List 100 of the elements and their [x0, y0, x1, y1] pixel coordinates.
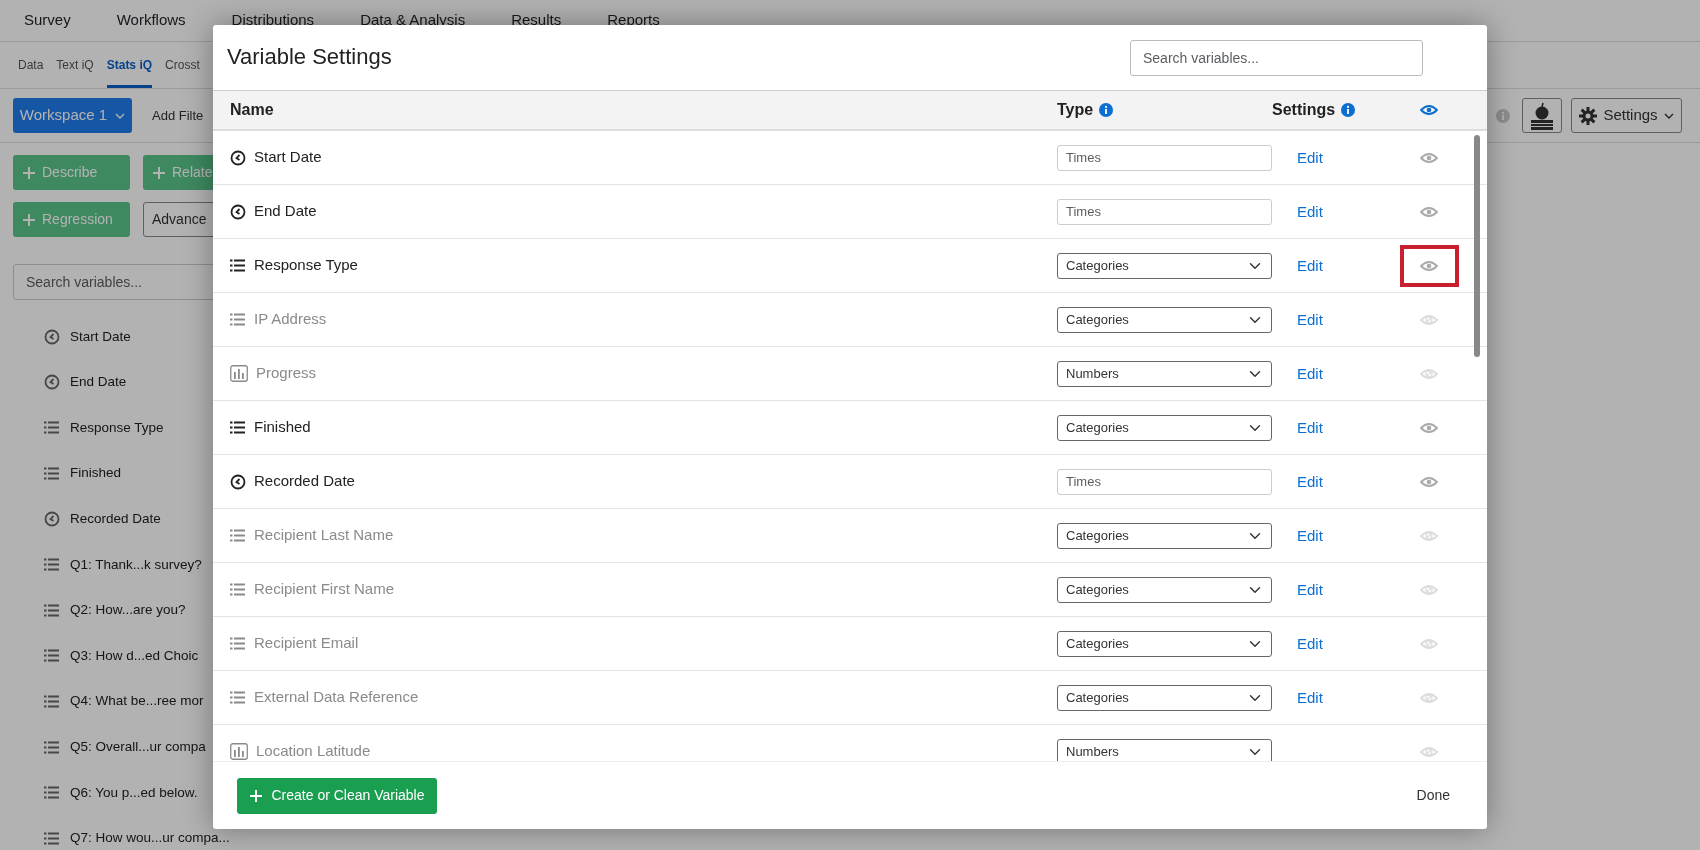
eye-icon[interactable]	[1420, 103, 1438, 117]
eye-icon[interactable]	[1420, 258, 1438, 273]
edit-link[interactable]: Edit	[1272, 256, 1323, 274]
clock-icon	[44, 328, 60, 345]
list-icon	[230, 636, 246, 651]
edit-link[interactable]: Edit	[1272, 580, 1323, 598]
type-select[interactable]: Categories	[1057, 684, 1272, 711]
type-select[interactable]: Categories	[1057, 414, 1272, 441]
plus-icon	[22, 165, 36, 180]
type-field[interactable]: Times	[1057, 144, 1272, 171]
settings-icon	[1579, 106, 1598, 125]
column-header: Name	[230, 100, 274, 120]
edit-link[interactable]: Edit	[1272, 310, 1323, 328]
eye-icon[interactable]	[1420, 150, 1438, 165]
variable-item[interactable]: Recorded Date	[70, 509, 161, 530]
column-header: Type	[1057, 100, 1094, 120]
chevron-down-icon	[1663, 112, 1674, 119]
variable-item[interactable]: Q2: How...are you?	[70, 600, 186, 621]
edit-link[interactable]: Edit	[1272, 688, 1323, 706]
type-select[interactable]: Numbers	[1057, 738, 1272, 761]
list-icon	[44, 648, 60, 664]
settings-dropdown[interactable]: Settings	[1571, 98, 1682, 133]
edit-link[interactable]: Edit	[1272, 526, 1323, 544]
variable-item[interactable]: Q4: What be...ree mor	[70, 691, 204, 712]
scrollbar[interactable]	[1474, 135, 1480, 357]
done-button[interactable]: Done	[1416, 785, 1450, 806]
variable-item[interactable]: Q3: How d...ed Choic	[70, 645, 199, 667]
modal-title: Variable Settings	[227, 44, 392, 71]
sub-nav-tab[interactable]: Data	[18, 42, 44, 88]
variable-item[interactable]: Finished	[70, 463, 122, 484]
list-icon	[44, 830, 60, 846]
edit-link[interactable]: Edit	[1272, 148, 1323, 166]
nav-tab[interactable]: Workflows	[116, 9, 186, 32]
eye-slash-icon[interactable]	[1420, 744, 1438, 759]
workspace-dropdown[interactable]: Workspace 1	[13, 98, 132, 133]
add-filter-link[interactable]: Add Filte	[152, 105, 204, 126]
list-icon	[230, 312, 246, 327]
column-header: Settings	[1272, 100, 1336, 120]
edit-link[interactable]: Edit	[1272, 364, 1323, 382]
book-apple-button[interactable]	[1522, 98, 1562, 133]
eye-icon[interactable]	[1420, 204, 1438, 219]
eye-slash-icon[interactable]	[1420, 636, 1438, 651]
bar-chart-icon	[230, 743, 248, 760]
clock-icon	[230, 149, 246, 166]
variable-item[interactable]: Q7: How wou...ur compa...	[70, 828, 230, 849]
clock-icon	[230, 203, 246, 220]
variable-item[interactable]: Q6: You p...ed below.	[70, 782, 198, 803]
variable-item[interactable]: Q1: Thank...k survey?	[70, 554, 202, 575]
list-icon	[230, 582, 246, 597]
list-icon	[230, 258, 246, 273]
eye-slash-icon[interactable]	[1420, 690, 1438, 705]
type-select[interactable]: Categories	[1057, 252, 1272, 279]
variable-name: Progress	[256, 363, 317, 384]
type-field[interactable]: Times	[1057, 198, 1272, 225]
list-icon	[44, 739, 60, 755]
list-icon	[44, 602, 60, 618]
list-icon	[44, 694, 60, 710]
type-select[interactable]: Categories	[1057, 576, 1272, 603]
type-select[interactable]: Categories	[1057, 522, 1272, 549]
variable-name: External Data Reference	[254, 687, 419, 708]
edit-link[interactable]: Edit	[1272, 202, 1323, 220]
sub-nav-tab[interactable]: Text iQ	[56, 42, 94, 88]
list-icon	[230, 690, 246, 705]
variable-item[interactable]: Start Date	[70, 326, 131, 347]
clock-icon	[230, 473, 246, 490]
variable-name: Finished	[254, 417, 311, 438]
sub-nav-tab[interactable]: Stats iQ	[106, 42, 153, 88]
sub-nav-tab[interactable]: Crosst	[165, 42, 200, 88]
eye-slash-icon[interactable]	[1420, 366, 1438, 381]
plus-icon	[22, 212, 36, 227]
eye-slash-icon[interactable]	[1420, 312, 1438, 327]
variable-name: Recipient First Name	[254, 579, 395, 600]
nav-tab[interactable]: Survey	[24, 9, 71, 32]
plus-icon	[249, 788, 264, 803]
variable-item[interactable]: End Date	[70, 372, 127, 393]
book-apple-icon	[1528, 101, 1556, 130]
type-select[interactable]: Numbers	[1057, 360, 1272, 387]
variable-item[interactable]: Response Type	[70, 417, 164, 439]
edit-link[interactable]: Edit	[1272, 418, 1323, 436]
list-icon	[44, 785, 60, 801]
eye-slash-icon[interactable]	[1420, 582, 1438, 597]
clock-icon	[44, 511, 60, 528]
variable-name: Recipient Email	[254, 633, 359, 654]
plus-icon	[152, 165, 166, 180]
edit-link[interactable]: Edit	[1272, 472, 1323, 490]
type-select[interactable]: Categories	[1057, 630, 1272, 657]
bar-chart-icon	[230, 365, 248, 382]
eye-icon[interactable]	[1420, 420, 1438, 435]
type-select[interactable]: Categories	[1057, 306, 1272, 333]
type-field[interactable]: Times	[1057, 468, 1272, 495]
search-field[interactable]: Search variables...	[1130, 39, 1423, 76]
list-icon	[230, 528, 246, 543]
eye-slash-icon[interactable]	[1420, 528, 1438, 543]
variable-name: Location Latitude	[256, 741, 371, 761]
list-icon	[230, 420, 246, 435]
info-icon	[1496, 108, 1510, 123]
eye-icon[interactable]	[1420, 474, 1438, 489]
edit-link[interactable]: Edit	[1272, 634, 1323, 652]
chevron-down-icon	[115, 112, 126, 119]
variable-item[interactable]: Q5: Overall...ur compa	[70, 737, 206, 758]
